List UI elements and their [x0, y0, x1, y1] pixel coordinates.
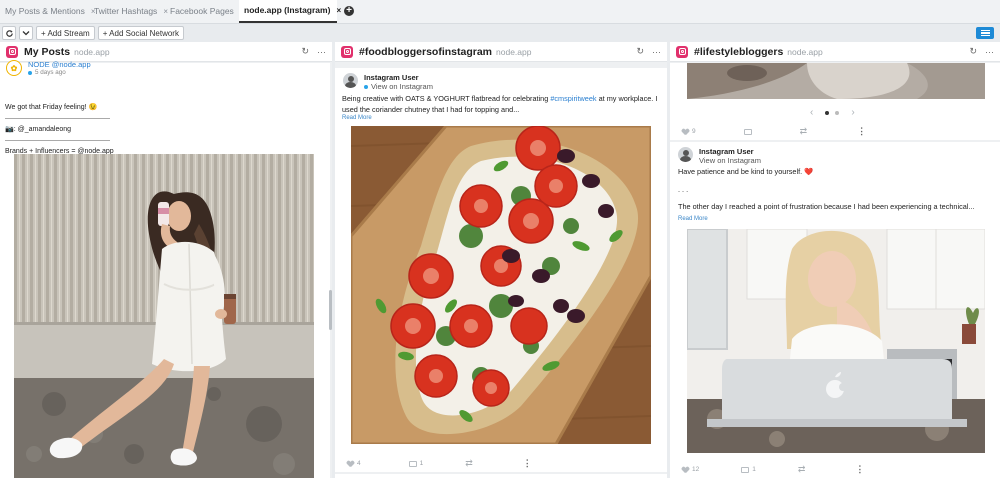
post-image[interactable]	[687, 63, 985, 99]
refresh-icon[interactable]: ↻	[969, 46, 977, 57]
avatar[interactable]	[343, 73, 358, 88]
refresh-icon	[5, 29, 13, 37]
heart-icon	[347, 461, 354, 467]
tab-label: Twitter Hashtags	[94, 6, 158, 16]
comment-icon	[741, 466, 750, 473]
like-button[interactable]: 9	[682, 128, 696, 135]
carousel-controls: ‹ ›	[810, 107, 855, 118]
more-icon[interactable]: ···	[652, 47, 661, 57]
more-icon[interactable]: ···	[317, 47, 326, 57]
hamburger-menu-icon[interactable]	[976, 27, 994, 39]
stream-column-lifestylebloggers: #lifestylebloggers node.app ↻ ··· ‹ › 9	[670, 42, 1000, 478]
lifestyle-photo	[687, 63, 985, 99]
status-dot	[364, 84, 368, 89]
heart-icon	[682, 129, 689, 135]
stream-column-my-posts: My Posts node.app ↻ ··· ✿ NODE @node.app…	[0, 42, 332, 478]
tab-facebook-pages[interactable]: Facebook Pages ×	[165, 0, 244, 23]
post-text: We got that Friday feeling! 😉 ——————————…	[5, 104, 114, 155]
instagram-icon	[6, 45, 18, 58]
post-image[interactable]	[687, 229, 985, 453]
status-dot	[28, 70, 32, 75]
post-card: Instagram User View on Instagram Have pa…	[670, 142, 1000, 478]
column-title: #lifestylebloggers	[694, 45, 784, 58]
tab-my-posts-mentions[interactable]: My Posts & Mentions ×	[0, 0, 96, 23]
column-title: #foodbloggersofinstagram	[359, 45, 493, 58]
post-time: 5 days ago	[28, 69, 91, 76]
post-card: ‹ › 9 ⇄ ⋮	[670, 63, 1000, 140]
column-title: My Posts	[24, 45, 71, 58]
next-post-card	[335, 474, 667, 478]
plus-icon: +	[344, 6, 354, 16]
add-stream-button[interactable]: + Add Stream	[36, 26, 95, 40]
column-subtitle: node.app	[787, 46, 823, 57]
post-actions: 9 ⇄ ⋮	[682, 126, 982, 137]
post-card: Instagram User View on Instagram Being c…	[335, 68, 667, 472]
repost-icon[interactable]: ⇄	[798, 464, 806, 475]
post-actions: 12 1 ⇄ ⋮	[682, 464, 982, 475]
avatar[interactable]: ✿	[6, 60, 22, 76]
carousel-next-icon[interactable]: ›	[851, 107, 854, 118]
post-author[interactable]: Instagram User	[699, 147, 761, 156]
refresh-button[interactable]	[2, 26, 16, 40]
tab-label: node.app (Instagram)	[244, 5, 331, 15]
post-more-icon[interactable]: ⋮	[857, 126, 866, 137]
heart-icon	[682, 467, 689, 473]
carousel-dot[interactable]	[835, 110, 840, 115]
comment-button[interactable]: 1	[408, 460, 423, 467]
column-header: #lifestylebloggers node.app ↻ ···	[670, 42, 1000, 62]
carousel-prev-icon[interactable]: ‹	[810, 107, 813, 118]
dropdown-button[interactable]	[19, 26, 33, 40]
refresh-icon[interactable]: ↻	[636, 46, 644, 57]
repost-icon[interactable]: ⇄	[465, 458, 473, 469]
post-card: ✿ NODE @node.app 5 days ago We got that …	[0, 60, 330, 478]
tab-label: My Posts & Mentions	[5, 6, 85, 16]
post-more-icon[interactable]: ⋮	[855, 464, 864, 475]
read-more-link[interactable]: Read More	[678, 216, 708, 222]
toolbar: + Add Stream + Add Social Network	[0, 24, 1000, 42]
fashion-photo	[14, 154, 314, 478]
post-text: Have patience and be kind to yourself. ❤…	[678, 167, 975, 211]
like-button[interactable]: 12	[682, 466, 699, 473]
column-subtitle: node.app	[496, 46, 532, 57]
instagram-icon	[676, 45, 688, 58]
hashtag-link[interactable]: #cmspiritweek	[550, 94, 596, 103]
post-author[interactable]: NODE @node.app	[28, 60, 91, 69]
post-more-icon[interactable]: ⋮	[523, 458, 532, 469]
read-more-link[interactable]: Read More	[342, 115, 372, 121]
comment-icon	[743, 128, 752, 135]
food-photo	[351, 126, 651, 444]
repost-icon[interactable]: ⇄	[800, 126, 808, 137]
comment-button[interactable]	[743, 128, 752, 135]
comment-button[interactable]: 1	[741, 466, 756, 473]
avatar[interactable]	[678, 147, 693, 162]
tab-bar: My Posts & Mentions × Twitter Hashtags ×…	[0, 0, 1000, 24]
add-social-network-button[interactable]: + Add Social Network	[97, 26, 184, 40]
stream-column-foodbloggers: #foodbloggersofinstagram node.app ↻ ··· …	[335, 42, 667, 478]
laptop-photo	[687, 229, 985, 453]
more-icon[interactable]: ···	[985, 47, 994, 57]
instagram-icon	[341, 45, 353, 58]
like-button[interactable]: 4	[347, 460, 361, 467]
post-text: Being creative with OATS & YOGHURT flatb…	[342, 94, 658, 114]
view-on-instagram-link[interactable]: View on Instagram	[699, 156, 761, 165]
post-actions: 4 1 ⇄ ⋮	[347, 458, 647, 469]
view-on-instagram-link[interactable]: View on Instagram	[364, 82, 433, 91]
column-subtitle: node.app	[74, 46, 110, 57]
add-tab-button[interactable]: +	[337, 0, 361, 23]
tab-twitter-hashtags[interactable]: Twitter Hashtags ×	[89, 0, 168, 23]
chevron-down-icon	[22, 31, 30, 36]
carousel-dot-active[interactable]	[825, 110, 830, 115]
tab-label: Facebook Pages	[170, 6, 234, 16]
refresh-icon[interactable]: ↻	[301, 46, 309, 57]
comment-icon	[408, 460, 417, 467]
post-image[interactable]	[14, 154, 314, 478]
column-header: My Posts node.app ↻ ···	[0, 42, 332, 62]
column-scrollbar[interactable]	[329, 290, 332, 330]
column-header: #foodbloggersofinstagram node.app ↻ ···	[335, 42, 667, 62]
post-image[interactable]	[351, 126, 651, 444]
tab-node-app-instagram[interactable]: node.app (Instagram) ×	[239, 0, 341, 23]
post-author[interactable]: Instagram User	[364, 73, 433, 82]
